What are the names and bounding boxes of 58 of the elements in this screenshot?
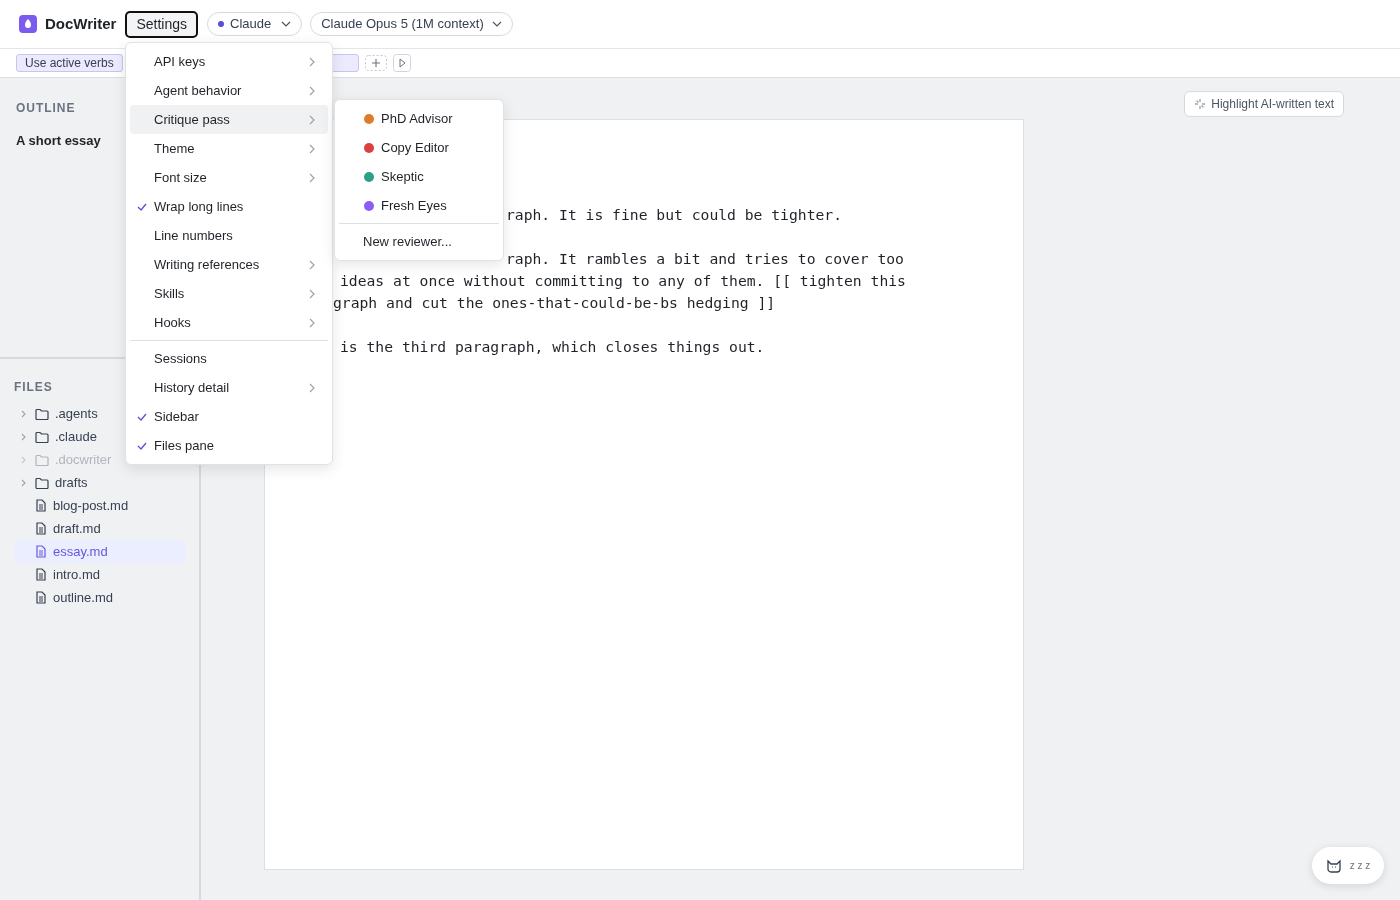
folder-icon	[35, 430, 49, 443]
file-tree-item[interactable]: outline.md	[14, 586, 186, 609]
menu-item[interactable]: New reviewer...	[339, 227, 499, 256]
menu-item[interactable]: API keys	[130, 47, 328, 76]
cat-icon	[1325, 858, 1342, 873]
chevron-icon[interactable]	[20, 477, 28, 488]
run-button[interactable]	[392, 54, 411, 72]
editor-line: graph and cut the ones-that-could-be-bs hedging ]]	[333, 294, 776, 311]
app-name: DocWriter	[45, 13, 117, 34]
folder-icon	[35, 453, 49, 466]
settings-button[interactable]: Settings	[125, 10, 198, 38]
menu-item[interactable]: Copy Editor	[339, 133, 499, 162]
file-tree-item[interactable]: draft.md	[14, 517, 186, 540]
chevron-icon[interactable]	[20, 454, 28, 465]
sparkle-icon	[1194, 98, 1207, 110]
caret-icon	[281, 20, 292, 28]
folder-icon	[35, 407, 49, 420]
sleep-text: z z z	[1349, 859, 1371, 873]
section-heading: OUTLINE	[16, 100, 76, 117]
document-icon	[35, 568, 47, 581]
prompt-chip[interactable]: Use active verbs	[16, 54, 123, 72]
menu-item[interactable]: Theme	[130, 134, 328, 163]
add-chip-button[interactable]	[364, 55, 387, 71]
caret-icon	[491, 20, 502, 28]
menu-item[interactable]: Sessions	[130, 344, 328, 373]
app-logo-icon	[19, 15, 37, 33]
menu-item[interactable]: Hooks	[130, 308, 328, 337]
file-tree-item[interactable]: essay.md	[14, 540, 186, 563]
editor-line: ideas at once without committing to any of them. [[ tighten this	[340, 272, 906, 289]
menu-item[interactable]: Critique pass	[130, 105, 328, 134]
menu-item[interactable]: Files pane	[130, 431, 328, 460]
menu-item[interactable]: Skeptic	[339, 162, 499, 191]
menu-item[interactable]: Line numbers	[130, 221, 328, 250]
chevron-icon[interactable]	[20, 408, 28, 419]
menu-item[interactable]: Agent behavior	[130, 76, 328, 105]
editor-line: is the third paragraph, which closes things out.	[340, 338, 765, 355]
editor-line: raph. It is fine but could be tighter.	[506, 206, 843, 223]
section-heading: FILES	[14, 379, 53, 396]
menu-item[interactable]: PhD Advisor	[339, 104, 499, 133]
file-tree-item[interactable]: blog-post.md	[14, 494, 186, 517]
chevron-icon[interactable]	[20, 431, 28, 442]
file-tree-item[interactable]: drafts	[14, 471, 186, 494]
menu-item[interactable]: Wrap long lines	[130, 192, 328, 221]
menu-item[interactable]: Skills	[130, 279, 328, 308]
folder-icon	[35, 476, 49, 489]
menu-item[interactable]: Font size	[130, 163, 328, 192]
menu-item[interactable]: Fresh Eyes	[339, 191, 499, 220]
editor-line: raph. It rambles a bit and tries to cover too	[506, 250, 904, 267]
document-icon	[35, 545, 47, 558]
document-icon	[35, 522, 47, 535]
highlight-button[interactable]: Highlight AI-written text	[1184, 91, 1344, 117]
outline-item[interactable]: A short essay	[16, 131, 101, 151]
menu-item[interactable]: History detail	[130, 373, 328, 402]
menu-item[interactable]: Writing references	[130, 250, 328, 279]
document-icon	[35, 499, 47, 512]
file-tree-item[interactable]: intro.md	[14, 563, 186, 586]
document-icon	[35, 591, 47, 604]
menu-item[interactable]: Sidebar	[130, 402, 328, 431]
